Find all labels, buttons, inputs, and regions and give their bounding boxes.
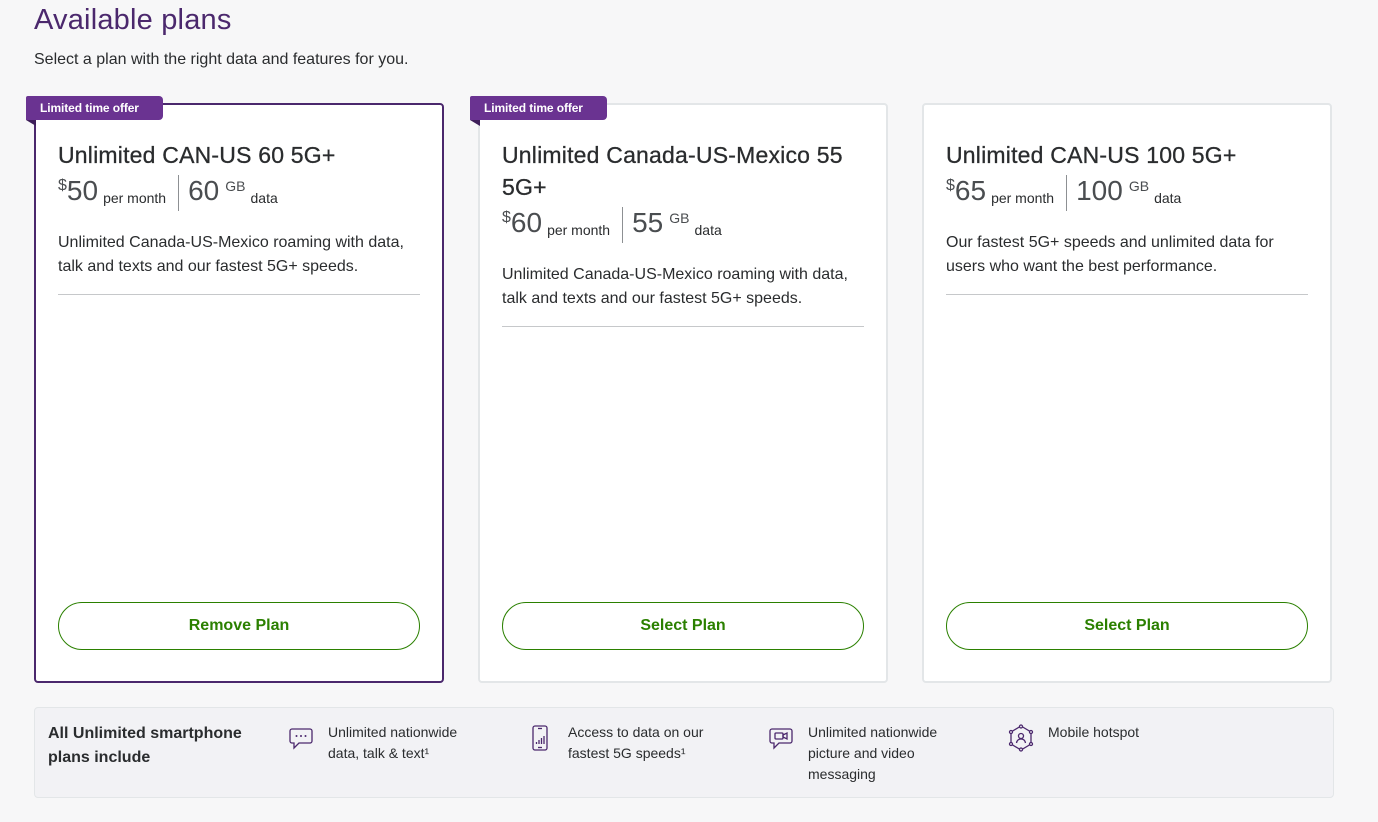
feature-item: Access to data on our fastest 5G speeds¹ — [527, 722, 718, 764]
limited-offer-badge: Limited time offer — [26, 96, 163, 126]
data-amount: 60 — [188, 175, 220, 206]
data-label: data — [250, 190, 278, 206]
phone-signal-icon — [532, 725, 548, 751]
price-row: $ 50 per month 60 GB data — [58, 175, 420, 211]
feature-item: Unlimited nationwide data, talk & text¹ — [287, 722, 478, 764]
feature-text: Mobile hotspot — [1048, 724, 1140, 740]
plan-name: Unlimited CAN-US 100 5G+ — [946, 142, 1237, 168]
hotspot-icon — [1008, 724, 1034, 752]
data-unit: GB — [225, 178, 246, 194]
feature-item: Unlimited nationwide picture and video m… — [767, 722, 958, 785]
plan-card-can-us-100[interactable]: Unlimited CAN-US 100 5G+ $ 65 per month … — [922, 103, 1332, 683]
price-amount: 50 — [66, 175, 99, 206]
limited-offer-badge: Limited time offer — [470, 96, 607, 126]
plan-includes-panel: All Unlimited smartphone plans include U… — [34, 707, 1334, 798]
includes-title: All Unlimited smartphone plans include — [48, 725, 242, 766]
plan-description: Our fastest 5G+ speeds and unlimited dat… — [946, 231, 1308, 295]
plan-card-can-us-60[interactable]: Limited time offer Unlimited CAN-US 60 5… — [26, 96, 444, 683]
data-amount: 55 — [632, 207, 664, 238]
chat-bubble-icon — [289, 728, 313, 750]
currency-symbol: $ — [946, 177, 955, 194]
price-amount: 65 — [954, 175, 987, 206]
currency-symbol: $ — [58, 177, 67, 194]
select-plan-button[interactable]: Select Plan — [502, 602, 864, 650]
plan-card-can-us-mexico-55[interactable]: Limited time offer Unlimited Canada-US-M… — [470, 96, 888, 683]
plan-name: Unlimited CAN-US 60 5G+ — [58, 142, 336, 168]
currency-symbol: $ — [502, 209, 511, 226]
price: $ 65 per month — [946, 175, 1068, 211]
price-row: $ 65 per month 100 GB data — [946, 175, 1308, 211]
data-allowance: 100 GB data — [1067, 175, 1181, 211]
price-unit: per month — [991, 190, 1055, 206]
feature-item: Mobile hotspot — [1007, 722, 1198, 752]
video-message-icon — [769, 728, 793, 750]
price-unit: per month — [103, 190, 167, 206]
data-label: data — [1154, 190, 1182, 206]
data-allowance: 55 GB data — [623, 207, 722, 243]
price-unit: per month — [547, 222, 611, 238]
feature-text: Unlimited nationwide picture and video m… — [808, 724, 938, 782]
remove-plan-button[interactable]: Remove Plan — [58, 602, 420, 650]
select-plan-button[interactable]: Select Plan — [946, 602, 1308, 650]
price-amount: 60 — [510, 207, 543, 238]
data-amount: 100 — [1076, 175, 1123, 206]
data-unit: GB — [669, 210, 690, 226]
data-label: data — [694, 222, 722, 238]
data-allowance: 60 GB data — [179, 175, 278, 211]
page-subtitle: Select a plan with the right data and fe… — [34, 51, 409, 68]
page-title: Available plans — [34, 4, 232, 36]
data-unit: GB — [1128, 178, 1150, 194]
feature-text: Unlimited nationwide data, talk & text¹ — [328, 724, 458, 761]
price: $ 50 per month — [58, 175, 180, 211]
price: $ 60 per month — [502, 207, 624, 243]
plan-description: Unlimited Canada-US-Mexico roaming with … — [502, 263, 864, 327]
plan-description: Unlimited Canada-US-Mexico roaming with … — [58, 231, 420, 295]
price-row: $ 60 per month 55 GB data — [502, 207, 864, 243]
feature-text: Access to data on our fastest 5G speeds¹ — [568, 724, 704, 761]
plan-name: Unlimited Canada-US-Mexico 55 5G+ — [502, 142, 843, 200]
